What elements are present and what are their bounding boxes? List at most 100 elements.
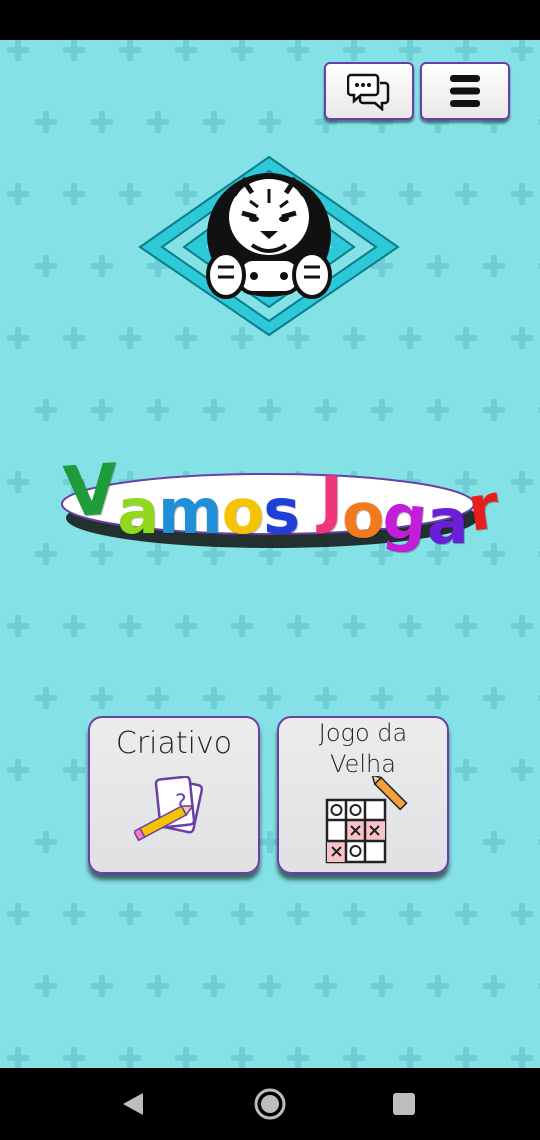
plus-pattern-mark [455,183,477,205]
plus-pattern-mark [7,471,29,493]
plus-pattern-mark [63,615,85,637]
plus-pattern-mark [231,903,253,925]
plus-pattern-mark [427,975,449,997]
plus-pattern-mark [35,111,57,133]
title-letter [299,461,320,534]
system-nav-bar [0,1068,540,1140]
plus-pattern-mark [315,687,337,709]
plus-pattern-mark [35,975,57,997]
plus-pattern-mark [231,40,253,61]
plus-pattern-mark [343,40,365,61]
plus-pattern-mark [175,903,197,925]
plus-pattern-mark [511,759,533,781]
plus-pattern-mark [63,903,85,925]
plus-pattern-mark [343,903,365,925]
plus-pattern-mark [343,1047,365,1068]
plus-pattern-mark [455,615,477,637]
plus-pattern-mark [119,40,141,61]
plus-pattern-mark [7,615,29,637]
title-letter: V [61,448,120,534]
plus-pattern-mark [287,903,309,925]
plus-pattern-mark [511,615,533,637]
title-letter: a [117,475,159,548]
plus-pattern-mark [119,1047,141,1068]
creative-label: Criativo [115,726,233,761]
plus-pattern-mark [259,399,281,421]
plus-pattern-mark [147,399,169,421]
plus-pattern-mark [63,327,85,349]
plus-pattern-mark [203,687,225,709]
hamburger-menu-icon [450,75,480,107]
back-button[interactable] [110,1068,156,1140]
tic-tac-toe-grid-icon [325,776,408,864]
status-bar [0,0,540,40]
title-letter: m [158,475,223,548]
title-letter: J [319,463,343,536]
home-button[interactable] [248,1068,292,1140]
pencil-cards-icon: ? [134,776,204,842]
plus-pattern-mark [91,255,113,277]
plus-pattern-mark [119,903,141,925]
plus-pattern-mark [427,399,449,421]
plus-pattern-mark [483,255,505,277]
plus-pattern-mark [511,471,533,493]
plus-pattern-mark [91,111,113,133]
plus-pattern-mark [175,40,197,61]
app-screen: Vamos Jogar Criativo ? Jogo da Velha [0,40,540,1068]
plus-pattern-mark [511,1047,533,1068]
plus-pattern-mark [7,40,29,61]
chat-bubbles-icon [347,73,390,111]
recents-square-icon [393,1093,415,1115]
plus-pattern-mark [455,1047,477,1068]
plus-pattern-mark [63,1047,85,1068]
plus-pattern-mark [287,40,309,61]
title-letter: o [341,479,385,552]
plus-pattern-mark [343,615,365,637]
plus-pattern-mark [483,975,505,997]
creative-game-button[interactable]: Criativo ? [88,716,260,874]
plus-pattern-mark [119,615,141,637]
plus-pattern-mark [483,687,505,709]
plus-pattern-mark [399,903,421,925]
plus-pattern-mark [259,111,281,133]
plus-pattern-mark [511,327,533,349]
chat-button[interactable] [324,62,414,120]
tiger-gamer-logo [138,155,400,337]
plus-pattern-mark [511,903,533,925]
plus-pattern-mark [455,903,477,925]
plus-pattern-mark [7,183,29,205]
plus-pattern-mark [399,1047,421,1068]
plus-pattern-mark [203,399,225,421]
plus-pattern-mark [315,399,337,421]
plus-pattern-mark [203,975,225,997]
plus-pattern-mark [7,759,29,781]
plus-pattern-mark [35,543,57,565]
plus-pattern-mark [35,687,57,709]
back-triangle-icon [123,1093,143,1115]
plus-pattern-mark [7,1047,29,1068]
plus-pattern-mark [427,255,449,277]
plus-pattern-mark [147,687,169,709]
title-letter: a [426,485,469,558]
app-title: Vamos Jogar [61,448,502,558]
tic-tac-toe-label: Jogo da Velha [279,718,447,780]
plus-pattern-mark [511,40,533,61]
menu-button[interactable] [420,62,510,120]
plus-pattern-mark [231,615,253,637]
plus-pattern-mark [287,615,309,637]
tic-tac-toe-label-line1: Jogo da [318,719,408,747]
plus-pattern-mark [483,399,505,421]
tic-tac-toe-game-button[interactable]: Jogo da Velha [277,716,449,874]
plus-pattern-mark [371,975,393,997]
plus-pattern-mark [371,687,393,709]
plus-pattern-mark [63,183,85,205]
plus-pattern-mark [427,687,449,709]
plus-pattern-mark [399,615,421,637]
recents-button[interactable] [382,1068,426,1140]
plus-pattern-mark [175,615,197,637]
plus-pattern-mark [91,399,113,421]
plus-pattern-mark [455,327,477,349]
plus-pattern-mark [399,327,421,349]
plus-pattern-mark [455,40,477,61]
plus-pattern-mark [7,327,29,349]
